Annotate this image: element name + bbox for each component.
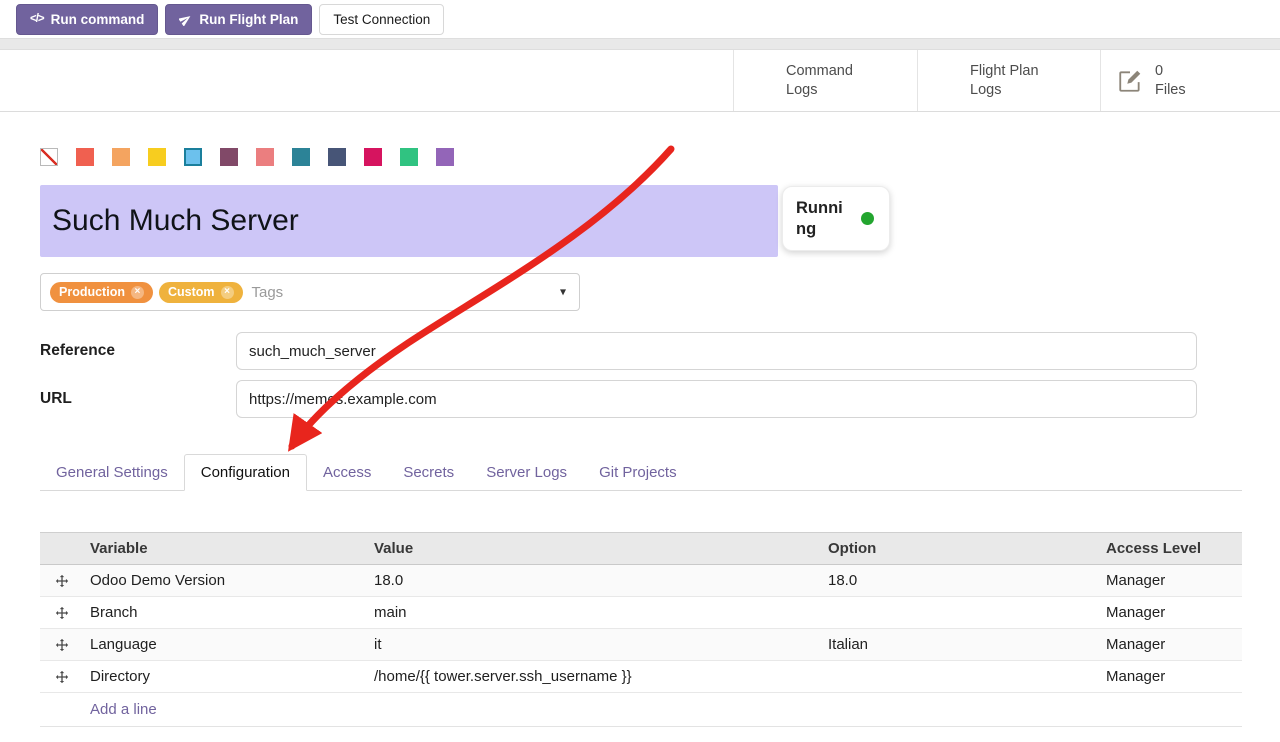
drag-handle-icon[interactable] xyxy=(40,631,84,659)
tag-production[interactable]: Production × xyxy=(50,282,153,303)
page: </> Run command Run Flight Plan Test Con… xyxy=(0,0,1280,742)
tags-placeholder: Tags xyxy=(252,284,284,301)
color-swatch[interactable] xyxy=(148,148,166,166)
color-swatch[interactable] xyxy=(292,148,310,166)
detail-fields: Reference URL xyxy=(40,332,1242,418)
col-variable: Variable xyxy=(84,533,368,564)
command-logs-label-line1: Command xyxy=(786,62,853,80)
cell-variable[interactable]: Branch xyxy=(84,597,368,628)
cell-access[interactable]: Manager xyxy=(1100,661,1242,692)
url-label: URL xyxy=(40,390,236,408)
command-logs-label-line2: Logs xyxy=(786,81,853,99)
separator-strip xyxy=(0,38,1280,50)
cell-variable[interactable]: Directory xyxy=(84,661,368,692)
handle-column-header xyxy=(40,542,84,556)
server-name-input[interactable]: Such Much Server xyxy=(40,185,778,257)
color-swatch[interactable] xyxy=(436,148,454,166)
cell-option[interactable] xyxy=(822,670,1100,684)
run-flight-plan-label: Run Flight Plan xyxy=(199,12,298,27)
tab-server-logs[interactable]: Server Logs xyxy=(470,455,583,490)
files-count: 0 xyxy=(1155,62,1186,80)
tag-custom[interactable]: Custom × xyxy=(159,282,243,303)
col-option: Option xyxy=(822,533,1100,564)
drag-handle-icon[interactable] xyxy=(40,567,84,595)
form-content: Such Much Server Production × Custom × T… xyxy=(0,148,1280,727)
flight-plan-logs-label-line1: Flight Plan xyxy=(970,62,1039,80)
files-label: Files xyxy=(1155,81,1186,99)
cell-access[interactable]: Manager xyxy=(1100,565,1242,596)
tab-general-settings[interactable]: General Settings xyxy=(40,455,184,490)
color-swatch-none[interactable] xyxy=(40,148,58,166)
color-swatch[interactable] xyxy=(364,148,382,166)
tab-access[interactable]: Access xyxy=(307,455,387,490)
table-header: Variable Value Option Access Level xyxy=(40,532,1242,565)
files-button[interactable]: 0 Files xyxy=(1100,50,1280,111)
color-swatch[interactable] xyxy=(220,148,238,166)
cell-access[interactable]: Manager xyxy=(1100,597,1242,628)
tags-field[interactable]: Production × Custom × Tags ▾ xyxy=(40,273,580,311)
cell-value[interactable]: it xyxy=(368,629,822,660)
tab-secrets[interactable]: Secrets xyxy=(387,455,470,490)
caret-down-icon[interactable]: ▾ xyxy=(560,285,566,299)
code-icon: </> xyxy=(30,13,44,25)
cell-variable[interactable]: Odoo Demo Version xyxy=(84,565,368,596)
color-swatch[interactable] xyxy=(328,148,346,166)
flight-plan-logs-label-line2: Logs xyxy=(970,81,1039,99)
drag-handle-icon[interactable] xyxy=(40,599,84,627)
run-command-button[interactable]: </> Run command xyxy=(16,4,158,35)
status-label: Running xyxy=(796,198,852,239)
cell-option[interactable]: Italian xyxy=(822,629,1100,660)
color-picker xyxy=(40,148,1242,166)
url-input[interactable] xyxy=(236,380,1197,418)
color-swatch[interactable] xyxy=(76,148,94,166)
col-value: Value xyxy=(368,533,822,564)
remove-tag-icon[interactable]: × xyxy=(221,286,234,299)
tab-configuration[interactable]: Configuration xyxy=(184,454,307,491)
test-connection-label: Test Connection xyxy=(333,12,430,27)
tab-git-projects[interactable]: Git Projects xyxy=(583,455,693,490)
test-connection-button[interactable]: Test Connection xyxy=(319,4,444,35)
cell-option[interactable]: 18.0 xyxy=(822,565,1100,596)
table-row[interactable]: Language it Italian Manager xyxy=(40,629,1242,661)
cell-variable[interactable]: Language xyxy=(84,629,368,660)
drag-handle-icon[interactable] xyxy=(40,663,84,691)
table-row[interactable]: Directory /home/{{ tower.server.ssh_user… xyxy=(40,661,1242,693)
cell-value[interactable]: /home/{{ tower.server.ssh_username }} xyxy=(368,661,822,692)
command-logs-button[interactable]: Command Logs xyxy=(733,50,917,111)
configuration-table: Variable Value Option Access Level Odoo … xyxy=(40,532,1242,727)
color-swatch[interactable] xyxy=(112,148,130,166)
cell-value[interactable]: main xyxy=(368,597,822,628)
edit-icon xyxy=(1117,68,1143,94)
add-a-line-link[interactable]: Add a line xyxy=(40,693,1242,727)
cell-option[interactable] xyxy=(822,606,1100,620)
stat-button-bar: Command Logs Flight Plan Logs 0 Fil xyxy=(0,50,1280,112)
tag-label: Production xyxy=(59,285,125,299)
col-access-level: Access Level xyxy=(1100,533,1242,564)
paper-plane-icon xyxy=(179,13,192,26)
flight-plan-logs-button[interactable]: Flight Plan Logs xyxy=(917,50,1100,111)
run-command-label: Run command xyxy=(51,12,145,27)
status-dot xyxy=(861,212,874,225)
cell-access[interactable]: Manager xyxy=(1100,629,1242,660)
table-row[interactable]: Branch main Manager xyxy=(40,597,1242,629)
action-toolbar: </> Run command Run Flight Plan Test Con… xyxy=(0,0,1280,38)
reference-input[interactable] xyxy=(236,332,1197,370)
color-swatch[interactable] xyxy=(256,148,274,166)
color-swatch[interactable] xyxy=(400,148,418,166)
notebook-tabs: General Settings Configuration Access Se… xyxy=(40,454,1242,491)
table-row[interactable]: Odoo Demo Version 18.0 18.0 Manager xyxy=(40,565,1242,597)
run-flight-plan-button[interactable]: Run Flight Plan xyxy=(165,4,312,35)
remove-tag-icon[interactable]: × xyxy=(131,286,144,299)
color-swatch[interactable] xyxy=(184,148,202,166)
reference-label: Reference xyxy=(40,342,236,360)
cell-value[interactable]: 18.0 xyxy=(368,565,822,596)
tag-label: Custom xyxy=(168,285,215,299)
status-badge[interactable]: Running xyxy=(782,186,890,251)
